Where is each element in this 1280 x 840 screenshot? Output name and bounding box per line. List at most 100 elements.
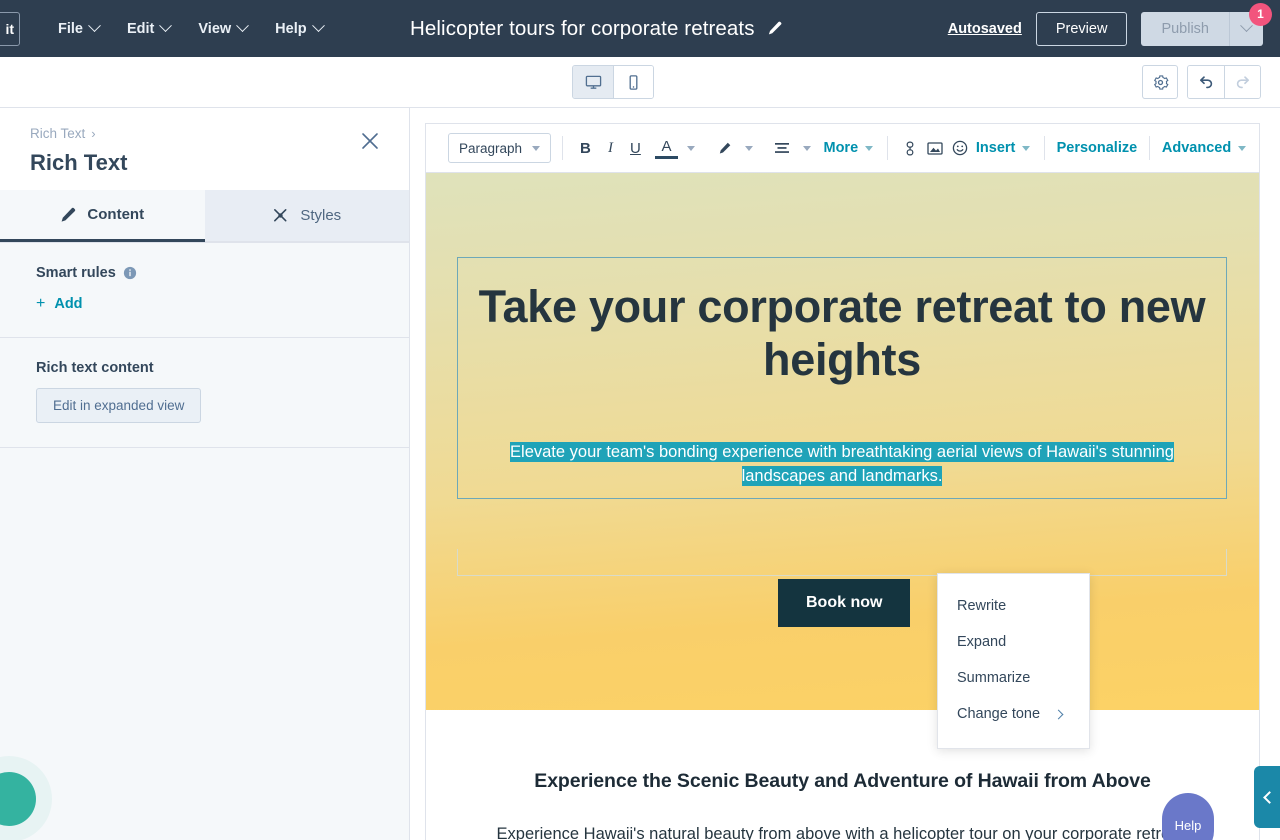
font-color-dropdown[interactable] — [680, 134, 703, 162]
hero-headline[interactable]: Take your corporate retreat to new heigh… — [458, 280, 1226, 386]
menu-item-view[interactable]: View — [184, 13, 261, 45]
menu-item-view-label: View — [198, 20, 232, 37]
menu-item-file-label: File — [58, 20, 83, 37]
selected-text-line-2[interactable]: landscapes and landmarks. — [741, 465, 943, 486]
desktop-icon — [585, 75, 601, 89]
nav-right-actions: Autosaved Preview Publish 1 — [948, 0, 1280, 57]
smart-rules-label: Smart rules — [36, 265, 116, 281]
more-label: More — [823, 140, 859, 156]
lower-content-section: Experience the Scenic Beauty and Adventu… — [426, 710, 1259, 840]
pencil-icon[interactable] — [767, 21, 782, 36]
publish-button-group: Publish 1 — [1141, 2, 1272, 46]
editor-canvas: Paragraph B I U A More Insert Personaliz… — [410, 108, 1280, 840]
ai-menu-item-expand[interactable]: Expand — [938, 624, 1089, 660]
align-button[interactable] — [771, 134, 794, 162]
redo-button[interactable] — [1224, 66, 1260, 98]
chat-panel-toggle[interactable] — [1254, 766, 1280, 828]
edit-in-expanded-view-button[interactable]: Edit in expanded view — [36, 388, 202, 423]
insert-emoji-button[interactable] — [949, 134, 972, 162]
breadcrumb[interactable]: Rich Text › — [30, 126, 379, 141]
pencil-icon — [62, 207, 76, 222]
ai-menu-item-summarize[interactable]: Summarize — [938, 660, 1089, 696]
chevron-right-icon — [1053, 709, 1064, 719]
tab-styles[interactable]: Styles — [204, 190, 409, 242]
ai-assistant-menu: Rewrite Expand Summarize Change tone — [937, 573, 1090, 749]
undo-button[interactable] — [1188, 66, 1224, 98]
page-title: Helicopter tours for corporate retreats — [410, 16, 755, 40]
toolbar-right-actions — [1142, 65, 1261, 99]
hero-subtext[interactable]: Elevate your team's bonding experience w… — [458, 441, 1226, 498]
caret-down-icon — [1238, 145, 1247, 151]
ai-menu-item-rewrite-label: Rewrite — [957, 598, 1007, 614]
edit-button-stub[interactable]: it — [0, 11, 20, 46]
section-heading[interactable]: Experience the Scenic Beauty and Adventu… — [450, 770, 1235, 793]
chevron-down-icon — [311, 19, 325, 33]
insert-image-button[interactable] — [924, 134, 947, 162]
menu-item-edit[interactable]: Edit — [113, 13, 184, 45]
left-sidebar-panel: Rich Text › Rich Text Content Styles Sma… — [0, 108, 410, 840]
publish-button[interactable]: Publish — [1141, 11, 1229, 46]
tab-content-label: Content — [87, 206, 145, 223]
menu-bar: File Edit View Help — [44, 13, 337, 45]
breadcrumb-label: Rich Text — [30, 126, 86, 141]
close-icon[interactable] — [359, 130, 381, 152]
add-smart-rule-label: Add — [54, 296, 83, 312]
marker-icon — [719, 142, 731, 153]
notification-badge[interactable]: 1 — [1249, 2, 1272, 26]
highlight-button[interactable] — [713, 134, 736, 162]
sidebar-title: Rich Text — [30, 150, 128, 175]
settings-button[interactable] — [1142, 65, 1178, 99]
insert-menu-button[interactable]: Insert — [974, 134, 1033, 162]
advanced-menu-button[interactable]: Advanced — [1161, 134, 1247, 162]
module-placeholder[interactable] — [457, 549, 1227, 576]
italic-button[interactable]: I — [599, 134, 622, 162]
chevron-down-icon — [159, 19, 173, 33]
plus-icon: + — [36, 295, 46, 312]
underline-button[interactable]: U — [624, 134, 647, 162]
menu-item-file[interactable]: File — [44, 13, 113, 45]
paragraph-format-value: Paragraph — [459, 140, 523, 156]
add-smart-rule-button[interactable]: + Add — [36, 295, 373, 313]
rich-text-module-selected[interactable]: Take your corporate retreat to new heigh… — [457, 257, 1227, 500]
help-button[interactable]: Help — [1162, 793, 1214, 840]
undo-redo-group — [1187, 65, 1261, 99]
align-dropdown[interactable] — [796, 134, 819, 162]
toolbar-divider — [886, 136, 888, 160]
menu-item-edit-label: Edit — [126, 20, 155, 37]
hero-section: Take your corporate retreat to new heigh… — [426, 173, 1259, 749]
device-toggle-desktop[interactable] — [573, 66, 613, 98]
chevron-left-icon — [1262, 790, 1276, 804]
toolbar-divider — [562, 136, 563, 160]
ai-menu-item-expand-label: Expand — [957, 634, 1007, 650]
insert-label: Insert — [975, 140, 1016, 156]
sidebar-tabs: Content Styles — [0, 190, 409, 243]
rich-text-content-section: Rich text content Edit in expanded view — [0, 338, 409, 448]
toolbar-divider — [1149, 136, 1151, 160]
info-icon[interactable] — [123, 266, 137, 280]
ai-menu-item-summarize-label: Summarize — [957, 670, 1031, 686]
ai-menu-item-rewrite[interactable]: Rewrite — [938, 588, 1089, 624]
selected-text-line-1[interactable]: Elevate your team's bonding experience w… — [510, 442, 1174, 463]
ai-menu-item-change-tone[interactable]: Change tone — [938, 696, 1089, 732]
insert-link-button[interactable] — [899, 134, 922, 162]
autosaved-status[interactable]: Autosaved — [948, 21, 1022, 37]
section-paragraph[interactable]: Experience Hawaii's natural beauty from … — [450, 825, 1235, 840]
tab-content[interactable]: Content — [0, 190, 205, 242]
device-toggle-mobile[interactable] — [613, 66, 653, 98]
more-formatting-button[interactable]: More — [821, 134, 876, 162]
smart-rules-section: Smart rules + Add — [0, 243, 409, 338]
paintbrush-icon — [274, 209, 287, 222]
bold-button[interactable]: B — [574, 134, 597, 162]
menu-item-help[interactable]: Help — [261, 13, 336, 45]
preview-button[interactable]: Preview — [1035, 11, 1128, 46]
align-icon — [775, 143, 790, 153]
paragraph-format-select[interactable]: Paragraph — [448, 133, 552, 163]
personalize-button[interactable]: Personalize — [1056, 134, 1139, 162]
caret-down-icon — [803, 145, 812, 151]
book-now-button[interactable]: Book now — [778, 579, 911, 627]
font-color-button[interactable]: A — [654, 137, 678, 159]
undo-icon — [1199, 76, 1213, 89]
top-navigation-bar: it File Edit View Help Helicopter tours … — [0, 0, 1280, 57]
rich-text-toolbar: Paragraph B I U A More Insert Personaliz… — [426, 124, 1259, 173]
highlight-dropdown[interactable] — [738, 134, 761, 162]
